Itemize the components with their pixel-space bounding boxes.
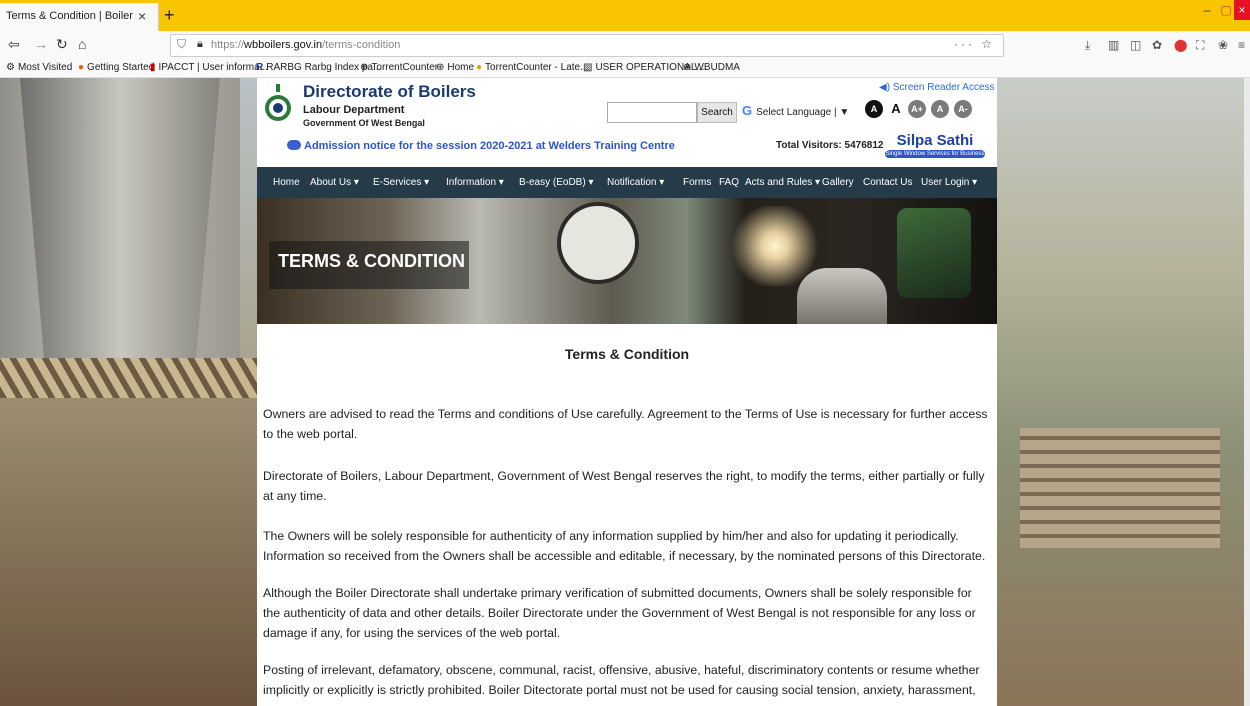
font-increase-button[interactable]: A+ xyxy=(908,100,926,118)
globe-icon: ⊕ xyxy=(683,62,692,73)
silpa-sathi-link[interactable]: Silpa Sathi Single Window Services for B… xyxy=(885,132,985,158)
home-icon[interactable]: ⌂ xyxy=(78,36,86,52)
construction-site-image-left xyxy=(0,398,260,706)
language-select[interactable]: G Select Language | ▼ xyxy=(742,102,849,120)
terms-paragraph: Although the Boiler Directorate shall un… xyxy=(263,586,976,640)
visitor-count: Total Visitors: 5476812 xyxy=(776,140,884,151)
admission-notice-link[interactable]: Admission notice for the session 2020-20… xyxy=(287,140,675,152)
tab-title: Terms & Condition | Boiler xyxy=(6,10,133,22)
terms-paragraph: Posting of irrelevant, defamatory, obsce… xyxy=(263,663,980,697)
menu-about-us[interactable]: About Us ▾ xyxy=(310,177,359,188)
screenshot-icon[interactable]: ⛶ xyxy=(1196,38,1204,53)
site-header: Directorate of Boilers Labour Department… xyxy=(257,78,997,167)
main-menu: Home About Us ▾ E-Services ▾ Information… xyxy=(257,167,997,198)
menu-forms[interactable]: Forms xyxy=(683,177,711,188)
speaker-icon: ◀) xyxy=(879,82,891,93)
menu-information[interactable]: Information ▾ xyxy=(446,177,504,188)
bookmark-torrentcounter-late[interactable]: ● TorrentCounter - Late... xyxy=(476,62,588,73)
bookmark-wbudma[interactable]: ⊕ WBUDMA xyxy=(683,62,740,73)
tracking-shield-icon[interactable]: ⛉ xyxy=(177,37,186,52)
chart-icon: ▧ xyxy=(583,62,593,73)
bookmark-ipacct[interactable]: ▮ IPACCT | User informa... xyxy=(150,62,268,73)
back-icon[interactable]: ⇦ xyxy=(8,36,20,53)
tower-base-image xyxy=(0,358,260,398)
adblock-icon[interactable]: ⬤ xyxy=(1174,38,1187,52)
font-decrease-button[interactable]: A- xyxy=(954,100,972,118)
url-bar[interactable]: ⛉ 🔒︎ https://wbboilers.gov.in/terms-cond… xyxy=(170,34,1004,57)
reload-icon[interactable]: ↻ xyxy=(56,36,68,53)
library-icon[interactable]: ▥ xyxy=(1108,38,1119,52)
font-reset-button[interactable]: A xyxy=(931,100,949,118)
welder-helmet-image xyxy=(897,208,971,298)
main-content: Directorate of Boilers Labour Department… xyxy=(257,78,997,706)
terms-paragraph: The Owners will be solely responsible fo… xyxy=(263,529,986,563)
menu-home[interactable]: Home xyxy=(273,177,300,188)
bookmark-getting-started[interactable]: ● Getting Started xyxy=(78,62,154,73)
lock-icon[interactable]: 🔒︎ xyxy=(197,38,203,51)
page-scrollbar[interactable] xyxy=(1244,78,1250,706)
silpa-sathi-title: Silpa Sathi xyxy=(896,132,974,149)
menu-contact-us[interactable]: Contact Us xyxy=(863,177,912,188)
rarbg-icon: R xyxy=(256,62,264,73)
browser-nav-bar: ⇦ → ↻ ⌂ ⛉ 🔒︎ https://wbboilers.gov.in/te… xyxy=(0,31,1250,60)
menu-icon[interactable]: ≡ xyxy=(1238,38,1245,52)
extension2-icon[interactable]: ❀ xyxy=(1218,38,1228,52)
screen-reader-link[interactable]: ◀) Screen Reader Access xyxy=(879,82,995,93)
google-icon: G xyxy=(742,103,753,118)
page-background: Directorate of Boilers Labour Department… xyxy=(0,78,1250,706)
menu-notification[interactable]: Notification ▾ xyxy=(607,177,664,188)
browser-tab-bar: Terms & Condition | Boiler × + – ▢ × xyxy=(0,0,1250,31)
content-heading: Terms & Condition xyxy=(564,346,690,362)
close-window-button[interactable]: × xyxy=(1234,0,1250,20)
site-department: Labour Department xyxy=(303,104,405,116)
downloads-icon[interactable]: ⤓ xyxy=(1085,38,1090,53)
bookmark-most-visited[interactable]: ⚙ Most Visited xyxy=(6,62,72,73)
terms-paragraph: Directorate of Boilers, Labour Departmen… xyxy=(263,469,985,503)
menu-faq[interactable]: FAQ xyxy=(719,177,739,188)
menu-b-easy[interactable]: B-easy (EoDB) ▾ xyxy=(519,177,593,188)
construction-site-image-right xyxy=(996,78,1250,706)
bookmark-home[interactable]: ⊕ Home xyxy=(436,62,474,73)
state-emblem-icon[interactable] xyxy=(263,84,293,124)
torrent-icon: ● xyxy=(476,62,483,73)
menu-e-services[interactable]: E-Services ▾ xyxy=(373,177,429,188)
banner-title: TERMS & CONDITION xyxy=(278,251,465,271)
site-government: Government Of West Bengal xyxy=(303,118,425,128)
silpa-sathi-subtitle: Single Window Services for Business xyxy=(885,150,985,158)
search-button[interactable]: Search xyxy=(697,102,737,123)
menu-gallery[interactable]: Gallery xyxy=(822,177,854,188)
firefox-icon: ● xyxy=(78,62,85,73)
new-tab-button[interactable]: + xyxy=(164,5,175,26)
search-input[interactable] xyxy=(607,102,697,123)
url-text[interactable]: https://wbboilers.gov.in/terms-condition xyxy=(211,39,400,51)
ipacct-icon: ▮ xyxy=(150,62,156,73)
welder-glove-image xyxy=(797,268,887,324)
page-banner: TERMS & CONDITION xyxy=(257,198,997,324)
maximize-window-button[interactable]: ▢ xyxy=(1218,0,1234,20)
minimize-window-button[interactable]: – xyxy=(1196,0,1218,20)
terms-paragraph: Owners are advised to read the Terms and… xyxy=(263,407,988,441)
menu-user-login[interactable]: User Login ▾ xyxy=(921,177,977,188)
pressure-gauge-image xyxy=(557,202,639,284)
menu-acts-and-rules[interactable]: Acts and Rules ▾ xyxy=(745,177,820,188)
globe-icon: ⊕ xyxy=(436,62,445,73)
close-tab-icon[interactable]: × xyxy=(138,8,146,24)
site-title[interactable]: Directorate of Boilers xyxy=(303,82,476,102)
bookmark-torrentcounter[interactable]: ⊕ TorrentCounter xyxy=(360,62,438,73)
bookmarks-bar: ⚙ Most Visited ● Getting Started ▮ IPACCT |… xyxy=(0,59,1250,78)
sidebar-icon[interactable]: ◫ xyxy=(1130,38,1141,52)
contrast-dark-button[interactable]: A xyxy=(865,100,883,118)
new-badge-icon xyxy=(287,140,301,150)
page-actions-icons[interactable]: ··· ☆ xyxy=(954,37,995,51)
extension-icon[interactable]: ✿ xyxy=(1152,38,1162,52)
gear-icon: ⚙ xyxy=(6,62,15,73)
globe-icon: ⊕ xyxy=(360,62,369,73)
font-normal-button[interactable]: A xyxy=(887,100,905,118)
forward-icon[interactable]: → xyxy=(34,36,48,52)
browser-tab[interactable]: Terms & Condition | Boiler × xyxy=(0,3,159,31)
